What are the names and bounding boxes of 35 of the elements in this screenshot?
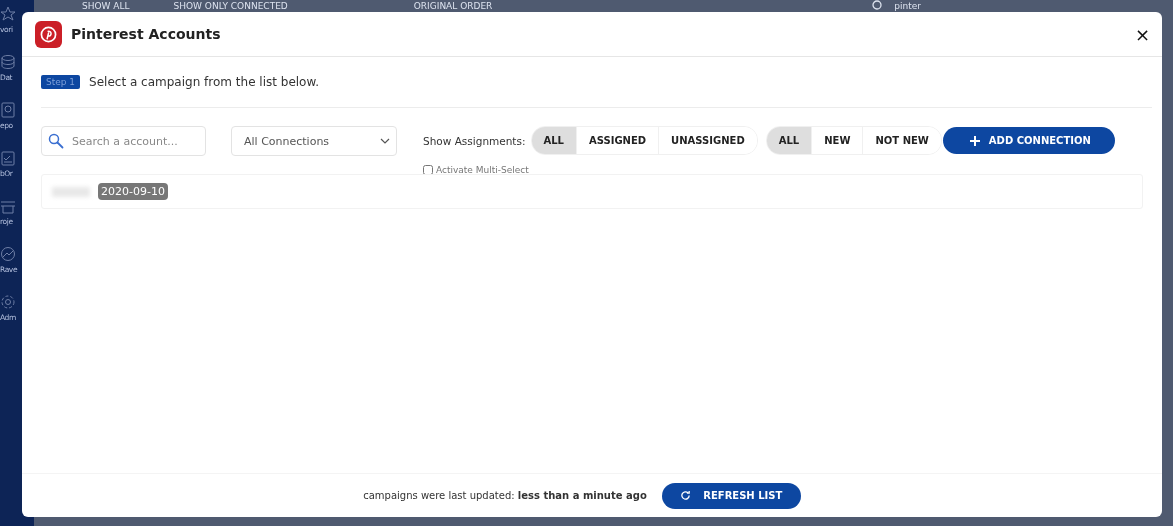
sidebar-icon[interactable]	[0, 102, 16, 118]
multi-select-label[interactable]: Activate Multi-Select	[436, 165, 529, 175]
account-row[interactable]: 2020-09-10	[41, 174, 1143, 209]
sidebar-icon[interactable]	[0, 54, 16, 70]
search-field[interactable]: Search a account...	[41, 126, 206, 156]
close-button[interactable]: ×	[1134, 23, 1150, 45]
sidebar-icon[interactable]	[0, 294, 16, 310]
pin-logo-icon	[35, 20, 62, 48]
filter-toggle[interactable]: UNASSIGNED	[658, 127, 757, 154]
sidebar-icon[interactable]	[0, 198, 16, 214]
refresh-button[interactable]: REFRESH LIST	[661, 482, 801, 509]
search-icon	[872, 0, 885, 12]
chevron-icon	[380, 137, 390, 145]
toolbar-item[interactable]: SHOW ALL	[82, 1, 130, 11]
assignments-label: Show Assignments:	[423, 134, 526, 147]
plus-icon	[969, 135, 980, 146]
last-updated-text: campaigns were last updated: less than a minute ago	[363, 490, 647, 501]
dialog-title: Pinterest Accounts	[71, 26, 222, 42]
sidebar-icon[interactable]	[0, 246, 16, 262]
filter-toggle[interactable]: ALL	[766, 127, 812, 154]
filter-toggle[interactable]: ALL	[531, 127, 576, 154]
sidebar-icon[interactable]	[0, 6, 16, 22]
connection-dropdown[interactable]: All Connections	[231, 126, 397, 156]
add-connection-button[interactable]: ADD CONNECTION	[942, 127, 1115, 154]
step-instruction: Select a campaign from the list below.	[89, 75, 319, 89]
sidebar-icon[interactable]	[0, 150, 16, 166]
toolbar-item[interactable]: SHOW ONLY CONNECTED	[173, 1, 288, 11]
filter-toggle[interactable]: NOT NEW	[862, 127, 941, 154]
search-field[interactable]: pinter	[894, 1, 922, 11]
search-icon	[48, 133, 64, 149]
refresh-icon	[680, 490, 692, 501]
toolbar-item[interactable]: ORIGINAL ORDER	[413, 1, 493, 11]
date-tag: 2020-09-10	[98, 183, 168, 200]
multi-select-checkbox[interactable]	[423, 165, 433, 175]
step-badge: Step 1	[41, 75, 81, 89]
